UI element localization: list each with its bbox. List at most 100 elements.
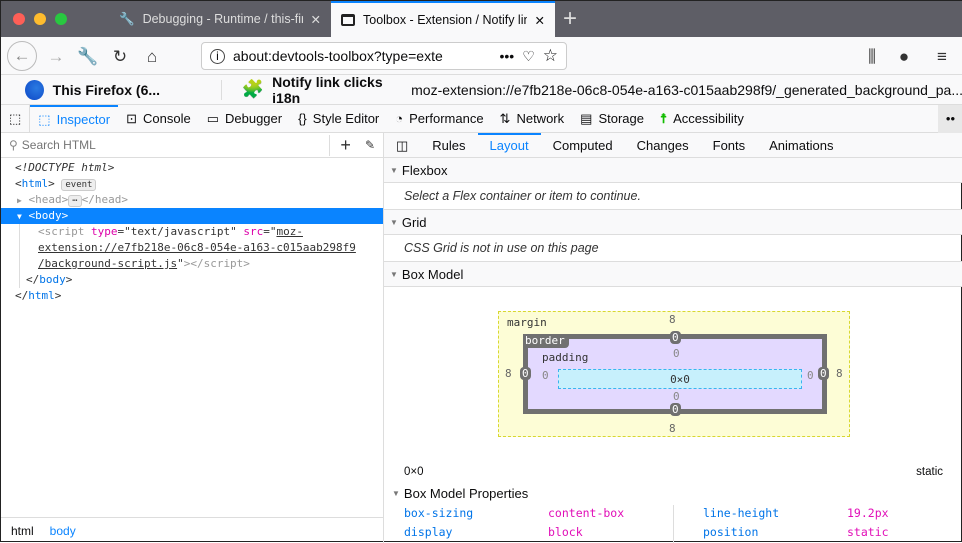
border-top[interactable]: 0 [670,331,681,344]
tab-accessibility[interactable]: ☨ Accessibility [652,105,752,133]
padding-top[interactable]: 0 [673,347,680,360]
bookmark-star-icon[interactable]: ☆ [543,46,558,66]
box-model-header[interactable]: ▼ Box Model [384,262,962,287]
more-icon[interactable]: ••• [499,48,514,64]
element-picker-button[interactable]: ⬚ [1,104,31,133]
border-left[interactable]: 0 [520,367,531,380]
prop-name: position [703,525,759,539]
box-model-properties-header[interactable]: ▼ Box Model Properties [392,486,528,501]
braces-icon: {} [298,111,307,126]
tab-changes[interactable]: Changes [625,133,701,158]
minimize-window-button[interactable] [34,13,46,25]
toggle-sidebar-icon[interactable]: ◫ [384,133,420,158]
close-tab-icon[interactable]: ✕ [311,12,321,27]
browser-tab-toolbox[interactable]: Toolbox - Extension / Notify link ✕ [331,1,555,37]
library-icon[interactable]: ⫼ [859,44,885,70]
debugger-icon: ▭ [206,110,219,126]
search-html-input[interactable] [21,138,326,152]
inspector-icon: ⬚ [38,111,51,127]
event-badge[interactable]: event [61,179,97,191]
body-node[interactable]: ▼ <body> [1,208,383,224]
tab-computed[interactable]: Computed [541,133,625,158]
padding-right[interactable]: 0 [807,369,814,382]
body-close-tag: </body> [26,273,73,286]
box-model-border: border 0 0 0 0 padding 0 0 0 0 0×0 [520,331,829,416]
html-close-tag: </html> [15,289,62,302]
sidebar-panel: ◫ Rules Layout Computed Changes Fonts An… [384,132,962,543]
tab-network[interactable]: ⇅ Network [492,105,573,133]
padding-bottom[interactable]: 0 [673,390,680,403]
accessibility-icon: ☨ [659,110,668,126]
script-node[interactable]: <script type="text/javascript" src="moz- [20,224,383,240]
wrench-icon[interactable]: 🔧 [75,44,101,70]
eyedropper-icon[interactable]: ✎ [365,138,375,152]
navigation-bar: ← → 🔧 ↻ ⌂ i about:devtools-toolbox?type=… [1,37,962,75]
back-button[interactable]: ← [7,41,37,71]
margin-right[interactable]: 8 [836,367,843,380]
element-position: static [916,466,943,478]
window-icon [341,14,355,26]
breadcrumb: html body [1,517,384,543]
puzzle-piece-icon: 🧩 [241,79,265,99]
box-model-content[interactable]: 0×0 [558,369,802,389]
firefox-icon [25,79,44,100]
home-button[interactable]: ⌂ [139,44,165,70]
flexbox-message: Select a Flex container or item to conti… [384,183,962,210]
menu-icon[interactable]: ≡ [929,44,955,70]
prop-name: display [404,525,453,539]
search-icon: ⚲ [9,138,18,152]
tab-rules[interactable]: Rules [420,133,477,158]
overflow-menu-button[interactable]: •• [937,104,962,133]
browser-tab-bar: 🔧 Debugging - Runtime / this-firef ✕ Toolb… [1,1,962,37]
element-size: 0×0 [404,466,424,478]
script-src-link[interactable]: /background-script.js [38,257,177,270]
tab-inspector[interactable]: ⬚ Inspector [30,104,119,133]
tab-fonts[interactable]: Fonts [701,133,758,158]
script-src-link[interactable]: extension://e7fb218e-06c8-054e-a163-c015… [38,241,356,254]
close-tab-icon[interactable]: ✕ [535,13,545,28]
tab-console[interactable]: ⊡ Console [118,105,199,133]
breadcrumb-html[interactable]: html [11,524,34,538]
devtools-toolbar: ⬚ ⬚ Inspector ⊡ Console ▭ Debugger {} Style … [1,104,962,133]
new-tab-button[interactable]: + [563,5,577,33]
gauge-icon: ◔ [395,111,404,126]
border-bottom[interactable]: 0 [670,403,681,416]
tab-storage[interactable]: ▤ Storage [572,105,652,133]
tab-animations[interactable]: Animations [757,133,845,158]
prop-value[interactable]: 19.2px [847,506,889,520]
prop-value[interactable]: static [847,525,889,539]
border-right[interactable]: 0 [818,367,829,380]
forward-button[interactable]: → [43,44,69,70]
add-node-button[interactable]: + [329,134,361,156]
margin-bottom[interactable]: 8 [669,422,676,435]
flexbox-header[interactable]: ▼ Flexbox [384,158,962,183]
prop-value[interactable]: content-box [548,506,624,520]
tab-debugger[interactable]: ▭ Debugger [199,105,290,133]
margin-top[interactable]: 8 [669,313,676,326]
account-icon[interactable]: ● [891,44,917,70]
url-bar[interactable]: i about:devtools-toolbox?type=exte ••• ♡… [201,42,567,70]
prop-name: line-height [703,506,780,520]
info-icon[interactable]: i [210,48,225,64]
close-window-button[interactable] [13,13,25,25]
prop-name: box-sizing [404,506,474,520]
console-icon: ⊡ [126,110,137,126]
prop-value[interactable]: block [548,525,583,539]
doctype-node[interactable]: <!DOCTYPE html> [1,160,383,176]
grid-message: CSS Grid is not in use on this page [384,235,962,262]
padding-left[interactable]: 0 [542,369,549,382]
search-html-bar: ⚲ + ✎ [1,133,383,158]
breadcrumb-body[interactable]: body [50,524,76,538]
tab-performance[interactable]: ◔ Performance [387,105,491,133]
margin-left[interactable]: 8 [505,367,512,380]
browser-tab-debugging[interactable]: 🔧 Debugging - Runtime / this-firef ✕ [109,1,331,37]
wrench-icon: 🔧 [119,11,135,26]
reload-button[interactable]: ↻ [107,44,133,70]
head-node[interactable]: ▶ <head> ⋯ </head> [1,192,383,208]
html-node[interactable]: <html> event [1,176,383,192]
maximize-window-button[interactable] [55,13,67,25]
tab-layout[interactable]: Layout [477,132,541,158]
pocket-icon[interactable]: ♡ [522,48,535,65]
tab-style-editor[interactable]: {} Style Editor [290,105,387,133]
grid-header[interactable]: ▼ Grid [384,210,962,235]
